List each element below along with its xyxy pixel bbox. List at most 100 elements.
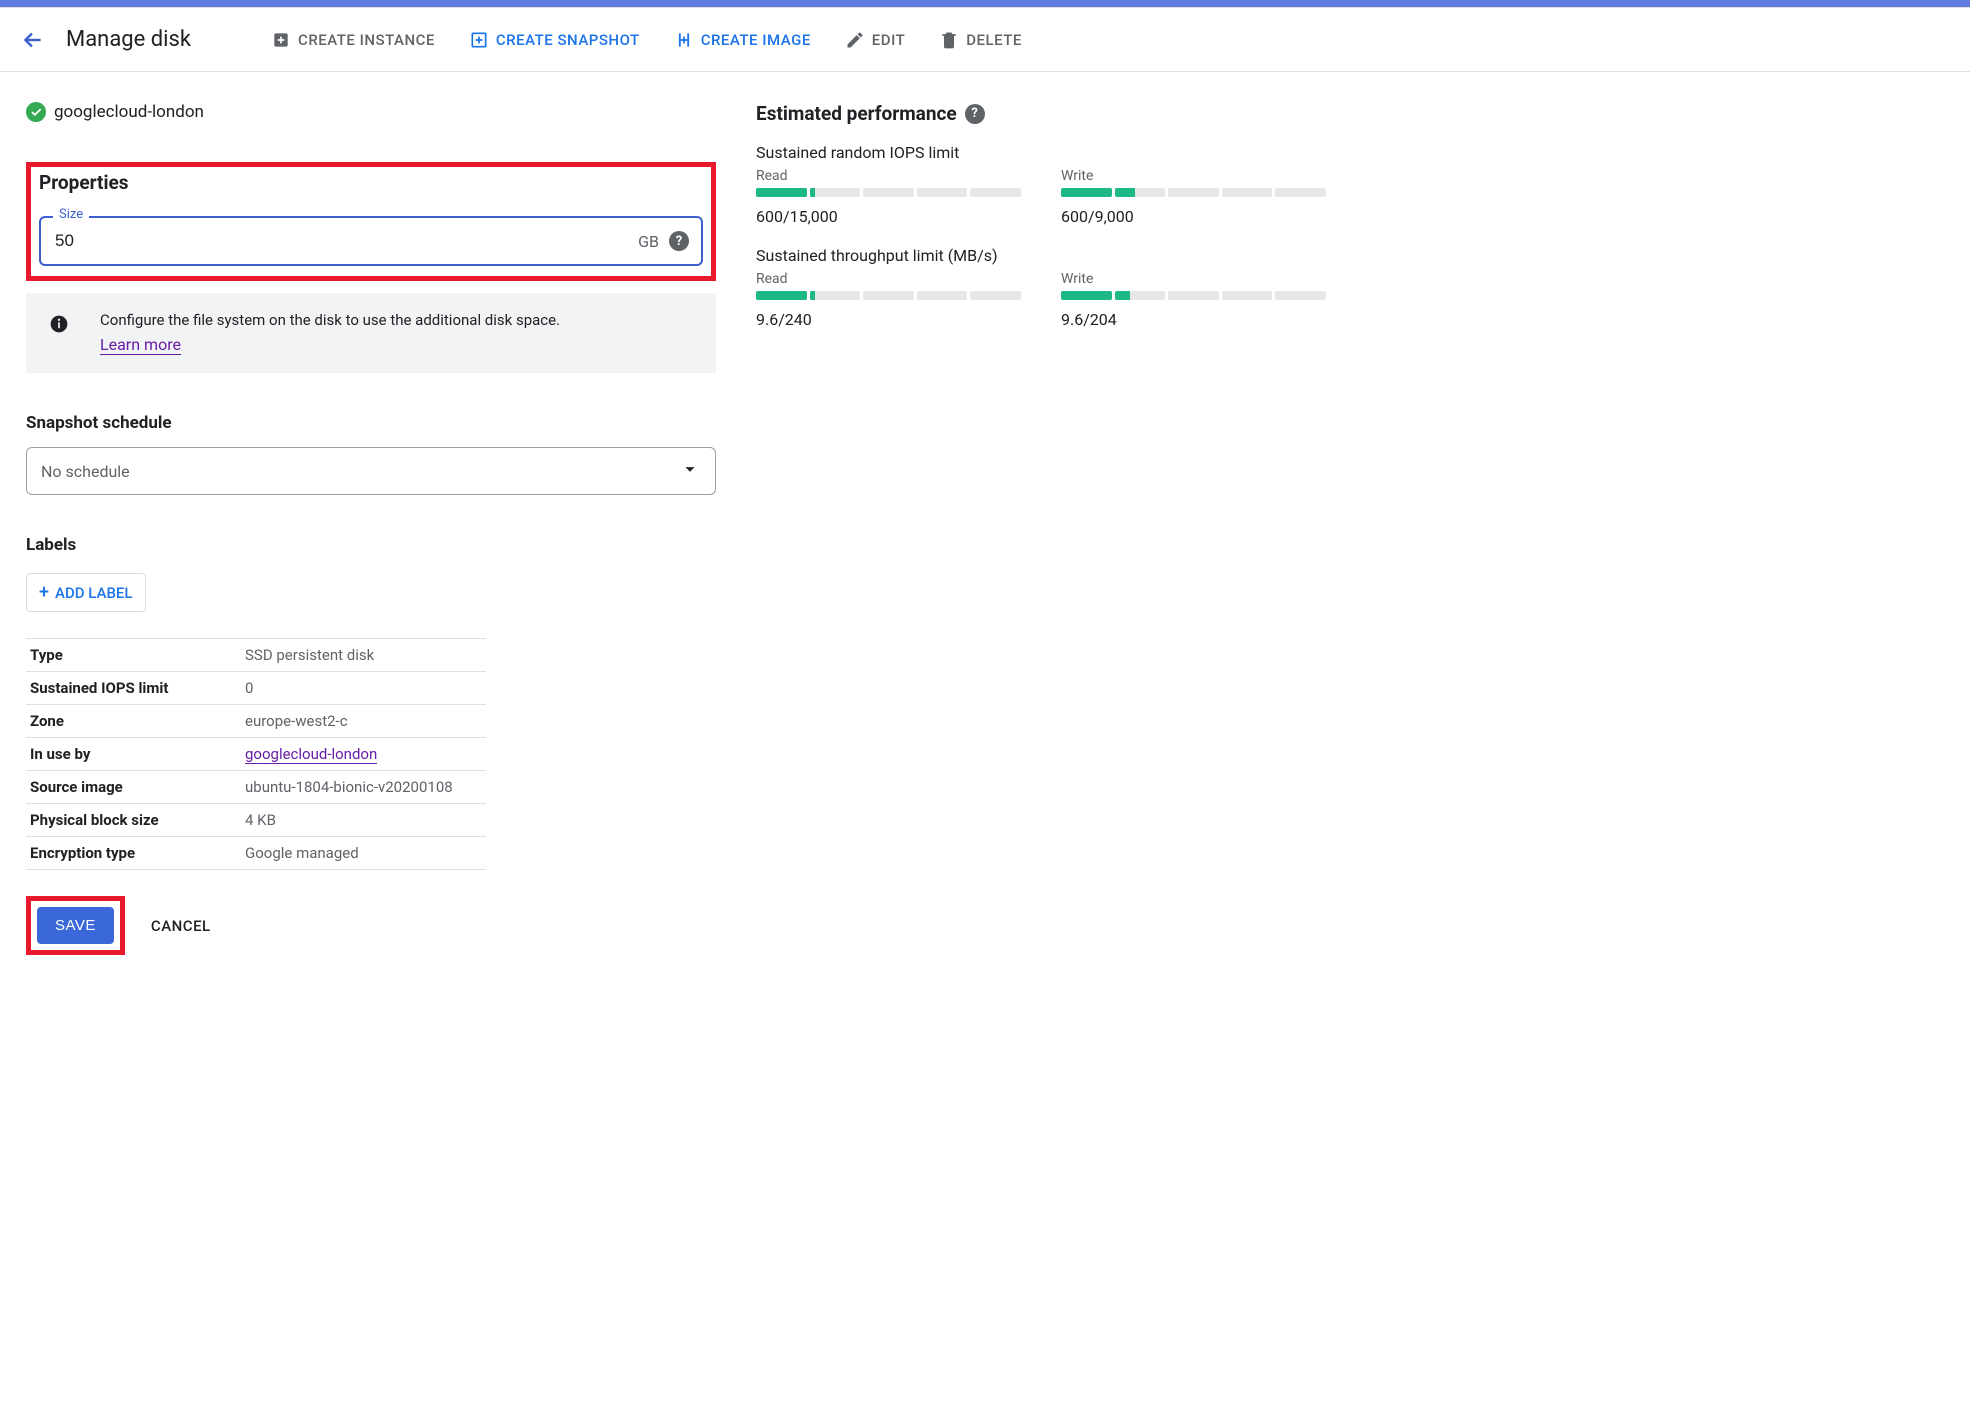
add-label-button[interactable]: + ADD LABEL (26, 573, 146, 612)
save-highlight-box: SAVE (26, 896, 125, 955)
create-image-label: CREATE IMAGE (701, 31, 811, 49)
top-strip (0, 0, 1970, 8)
edit-label: EDIT (872, 31, 905, 49)
iops-write-value: 600/9,000 (1061, 207, 1326, 226)
status-check-icon (26, 102, 46, 122)
throughput-write-label: Write (1061, 271, 1326, 287)
snapshot-select[interactable]: No schedule (26, 447, 716, 495)
bar-segment (917, 188, 968, 197)
detail-value: 4 KB (241, 804, 486, 837)
iops-write-label: Write (1061, 168, 1326, 184)
info-banner: Configure the file system on the disk to… (26, 293, 716, 373)
table-row: Physical block size4 KB (26, 804, 486, 837)
detail-value: Google managed (241, 837, 486, 870)
create-image-icon (674, 30, 694, 50)
throughput-read-bar (756, 291, 1021, 300)
size-help-icon[interactable]: ? (669, 231, 689, 251)
table-row: TypeSSD persistent disk (26, 639, 486, 672)
resource-header: googlecloud-london (26, 102, 716, 122)
edit-button[interactable]: EDIT (845, 30, 905, 50)
plus-icon: + (39, 582, 49, 603)
resource-name: googlecloud-london (54, 102, 204, 122)
throughput-read-value: 9.6/240 (756, 310, 1021, 329)
size-label: Size (53, 207, 89, 222)
bar-segment (1275, 291, 1326, 300)
throughput-write-bar (1061, 291, 1326, 300)
detail-value: ubuntu-1804-bionic-v20200108 (241, 771, 486, 804)
detail-key: Type (26, 639, 241, 672)
details-table: TypeSSD persistent diskSustained IOPS li… (26, 638, 486, 870)
iops-read-cell: Read 600/15,000 (756, 168, 1021, 226)
iops-write-bar (1061, 188, 1326, 197)
info-icon (48, 313, 70, 335)
learn-more-link[interactable]: Learn more (100, 335, 181, 355)
throughput-read-label: Read (756, 271, 1021, 287)
bar-segment (1115, 291, 1166, 300)
size-field[interactable]: Size GB ? (39, 216, 703, 266)
trash-icon (939, 30, 959, 50)
bar-segment (970, 291, 1021, 300)
save-button[interactable]: SAVE (37, 907, 114, 944)
throughput-write-value: 9.6/204 (1061, 310, 1326, 329)
size-unit: GB (638, 232, 659, 251)
bar-segment (863, 291, 914, 300)
table-row: Zoneeurope-west2-c (26, 705, 486, 738)
create-snapshot-button[interactable]: CREATE SNAPSHOT (469, 30, 640, 50)
table-row: In use bygooglecloud-london (26, 738, 486, 771)
bar-segment (1275, 188, 1326, 197)
create-instance-icon (271, 30, 291, 50)
bar-segment (1115, 188, 1166, 197)
detail-value: SSD persistent disk (241, 639, 486, 672)
cancel-button[interactable]: CANCEL (151, 917, 211, 935)
chevron-down-icon (679, 458, 701, 484)
table-row: Source imageubuntu-1804-bionic-v20200108 (26, 771, 486, 804)
bar-segment (970, 188, 1021, 197)
create-instance-button[interactable]: CREATE INSTANCE (271, 30, 435, 50)
throughput-write-cell: Write 9.6/204 (1061, 271, 1326, 329)
iops-read-label: Read (756, 168, 1021, 184)
bar-segment (756, 291, 807, 300)
bar-segment (1222, 291, 1273, 300)
back-arrow-icon[interactable] (20, 27, 46, 53)
delete-button[interactable]: DELETE (939, 30, 1022, 50)
throughput-read-cell: Read 9.6/240 (756, 271, 1021, 329)
bar-segment (1168, 188, 1219, 197)
bar-segment (863, 188, 914, 197)
create-snapshot-icon (469, 30, 489, 50)
throughput-title: Sustained throughput limit (MB/s) (756, 246, 1326, 265)
detail-key: Physical block size (26, 804, 241, 837)
performance-heading-text: Estimated performance (756, 102, 957, 125)
page-header: Manage disk CREATE INSTANCE CREATE SNAPS… (0, 8, 1970, 72)
bar-segment (1222, 188, 1273, 197)
detail-key: Sustained IOPS limit (26, 672, 241, 705)
detail-key: In use by (26, 738, 241, 771)
size-input[interactable] (53, 230, 638, 252)
info-text: Configure the file system on the disk to… (100, 311, 560, 329)
properties-highlight-box: Properties Size GB ? (26, 162, 716, 281)
bar-segment (1168, 291, 1219, 300)
bar-segment (917, 291, 968, 300)
delete-label: DELETE (966, 31, 1022, 49)
create-image-button[interactable]: CREATE IMAGE (674, 30, 811, 50)
detail-link[interactable]: googlecloud-london (245, 745, 377, 764)
detail-key: Source image (26, 771, 241, 804)
detail-key: Encryption type (26, 837, 241, 870)
bar-segment (1061, 188, 1112, 197)
bar-segment (1061, 291, 1112, 300)
snapshot-value: No schedule (41, 462, 130, 481)
labels-heading: Labels (26, 535, 716, 555)
properties-heading: Properties (39, 171, 703, 194)
detail-value: googlecloud-london (241, 738, 486, 771)
detail-value: 0 (241, 672, 486, 705)
performance-heading: Estimated performance ? (756, 102, 1326, 125)
iops-read-value: 600/15,000 (756, 207, 1021, 226)
detail-value: europe-west2-c (241, 705, 486, 738)
table-row: Encryption typeGoogle managed (26, 837, 486, 870)
table-row: Sustained IOPS limit0 (26, 672, 486, 705)
snapshot-heading: Snapshot schedule (26, 413, 716, 433)
performance-help-icon[interactable]: ? (965, 104, 985, 124)
detail-key: Zone (26, 705, 241, 738)
pencil-icon (845, 30, 865, 50)
iops-title: Sustained random IOPS limit (756, 143, 1326, 162)
page-title: Manage disk (66, 27, 191, 52)
